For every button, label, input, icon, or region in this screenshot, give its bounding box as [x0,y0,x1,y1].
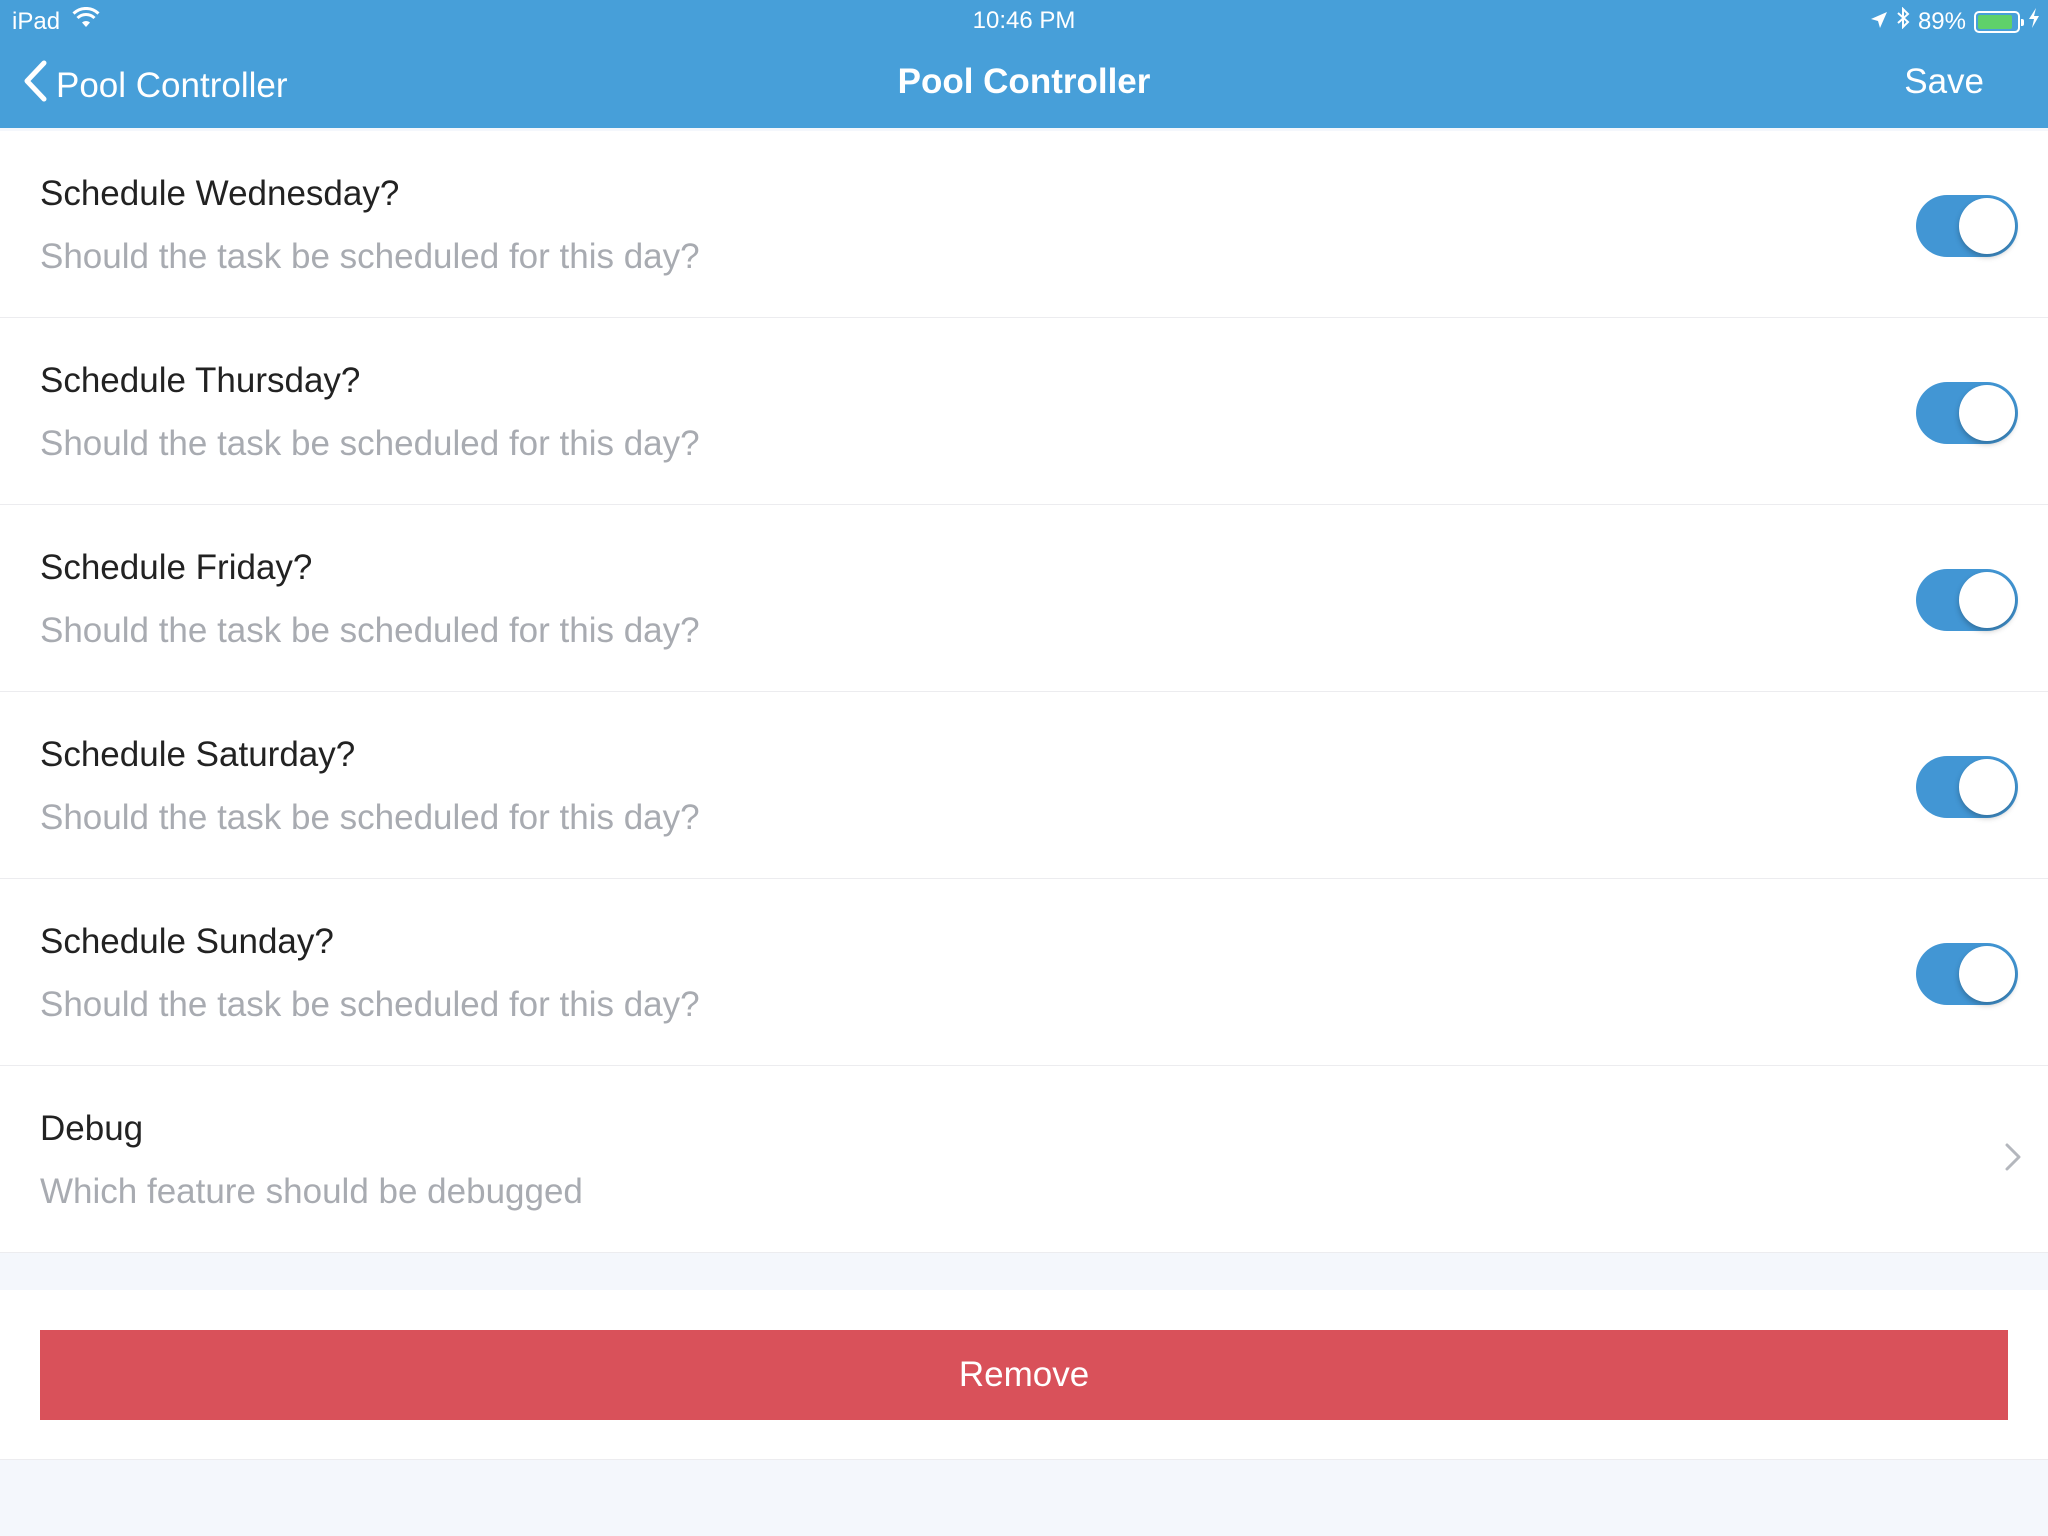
chevron-right-icon [2004,1142,2022,1177]
toggle-knob [1959,759,2015,815]
toggle-knob [1959,946,2015,1002]
list-item-schedule-sunday[interactable]: Schedule Sunday? Should the task be sche… [0,879,2048,1066]
list-item-subtitle: Should the task be scheduled for this da… [40,798,700,837]
battery-level [1978,14,2012,29]
toggle-switch-thursday[interactable] [1916,382,2018,444]
list-item-title: Debug [40,1109,144,1148]
status-bar: iPad 10:46 PM 89% [0,0,2048,40]
list-item-title: Schedule Friday? [40,548,313,587]
header: iPad 10:46 PM 89% Pool Controller Pool C… [0,0,2048,128]
list-item-schedule-friday[interactable]: Schedule Friday? Should the task be sche… [0,505,2048,692]
battery-percent: 89% [1917,7,1966,35]
battery-icon [1974,10,2024,33]
list-item-subtitle: Should the task be scheduled for this da… [40,611,700,650]
location-icon [1870,8,1888,36]
toggle-switch-saturday[interactable] [1916,756,2018,818]
save-button[interactable]: Save [1904,62,1984,102]
list-item-subtitle: Should the task be scheduled for this da… [40,985,700,1024]
list-item-title: Schedule Saturday? [40,735,356,774]
charging-icon [2028,7,2040,36]
list-item-title: Schedule Sunday? [40,922,334,961]
list-item-schedule-thursday[interactable]: Schedule Thursday? Should the task be sc… [0,318,2048,505]
toggle-switch-sunday[interactable] [1916,943,2018,1005]
status-time: 10:46 PM [972,7,1076,34]
list-item-subtitle: Which feature should be debugged [40,1172,583,1211]
list-item-schedule-saturday[interactable]: Schedule Saturday? Should the task be sc… [0,692,2048,879]
settings-list: Schedule Wednesday? Should the task be s… [0,131,2048,1253]
remove-button[interactable]: Remove [40,1330,2008,1420]
navigation-bar: Pool Controller Pool Controller Save [0,40,2048,128]
list-item-schedule-wednesday[interactable]: Schedule Wednesday? Should the task be s… [0,131,2048,318]
list-item-debug[interactable]: Debug Which feature should be debugged [0,1066,2048,1253]
list-item-subtitle: Should the task be scheduled for this da… [40,424,700,463]
list-item-title: Schedule Thursday? [40,361,361,400]
remove-section: Remove [0,1290,2048,1460]
list-item-title: Schedule Wednesday? [40,174,400,213]
toggle-switch-friday[interactable] [1916,569,2018,631]
toggle-knob [1959,572,2015,628]
bluetooth-icon [1896,6,1910,36]
toggle-switch-wednesday[interactable] [1916,195,2018,257]
page-title: Pool Controller [897,62,1151,101]
list-item-subtitle: Should the task be scheduled for this da… [40,237,700,276]
section-divider [0,1254,2048,1290]
toggle-knob [1959,385,2015,441]
toggle-knob [1959,198,2015,254]
